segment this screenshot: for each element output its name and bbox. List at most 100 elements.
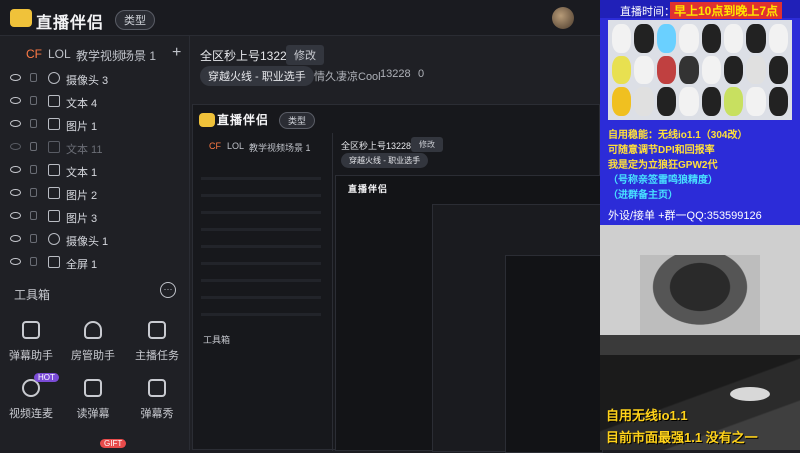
lock-icon[interactable] — [30, 165, 37, 174]
eye-icon[interactable] — [10, 97, 21, 104]
text-icon — [48, 164, 60, 176]
more-icon[interactable]: ··· — [160, 282, 176, 298]
tab-cf[interactable]: CF — [26, 47, 42, 61]
source-row[interactable]: 摄像头 3 — [0, 68, 190, 90]
lock-icon[interactable] — [30, 142, 37, 151]
logo-icon — [10, 9, 32, 27]
nested2-logo-text: 直播伴侣 — [348, 184, 389, 194]
lock-icon[interactable] — [30, 234, 37, 243]
nested-preview-4 — [505, 255, 603, 453]
lock-icon[interactable] — [30, 96, 37, 105]
source-row[interactable]: 文本 11 — [0, 137, 190, 159]
source-row[interactable]: 文本 4 — [0, 91, 190, 113]
source-row[interactable]: 全屏 1 — [0, 252, 190, 274]
preview-area: 全区秒上号13228 修改 穿越火线 - 职业选手 情久凄凉Cool 13228… — [190, 36, 603, 453]
category-tag[interactable]: 穿越火线 - 职业选手 — [200, 66, 314, 86]
ad-line-1: 自用稳能：无线io1.1（304改） — [608, 130, 748, 141]
source-label: 文本 4 — [66, 98, 98, 110]
tool-read-danmaku[interactable]: 读弹幕 — [62, 379, 124, 439]
image-icon — [48, 187, 60, 199]
tool-danmaku-show[interactable]: 弹幕秀 — [126, 379, 188, 439]
nested-sidebar: CF LOL 教学视频 场景 1 工具箱 — [193, 133, 333, 451]
text-icon — [48, 95, 60, 107]
tab-tutorial[interactable]: 教学视频 — [76, 47, 124, 64]
lock-icon[interactable] — [30, 211, 37, 220]
source-label: 图片 2 — [66, 190, 98, 202]
person-silhouette — [640, 255, 760, 335]
ad-panel: 直播时间： 早上10点到晚上7点 自用稳能：无线io1.1（304改） 可随意调… — [600, 0, 800, 225]
camera-icon — [48, 233, 60, 245]
ad-footer: 外设/接单 +群一QQ:353599126 — [608, 210, 762, 222]
mouse-products-image — [608, 20, 792, 120]
app-logo-text: 直播伴侣 — [36, 15, 105, 32]
streamer-name: 情久凄凉Cool — [314, 71, 381, 83]
eye-icon[interactable] — [10, 258, 21, 265]
tool-video-link[interactable]: 视频连麦 — [0, 379, 62, 439]
nested-tab: CF — [209, 141, 221, 151]
type-button[interactable]: 类型 — [115, 10, 155, 30]
eye-icon[interactable] — [10, 235, 21, 242]
eye-icon[interactable] — [10, 189, 21, 196]
source-label: 全屏 1 — [66, 259, 98, 271]
source-label: 摄像头 1 — [66, 236, 109, 248]
tool-label: 视频连麦 — [9, 408, 53, 420]
image-icon — [48, 118, 60, 130]
lock-icon[interactable] — [30, 73, 37, 82]
ad-header-left: 直播时间： — [620, 6, 675, 18]
ad-header-right: 早上10点到晚上7点 — [670, 2, 783, 19]
sidebar: CF LOL 教学视频 场景 1 + 摄像头 3 文本 4 图片 1 文本 11 — [0, 36, 190, 450]
nested-tab: 场景 1 — [285, 143, 311, 153]
eye-off-icon[interactable] — [10, 143, 21, 150]
webcam-desk: 自用无线io1.1 目前市面最强1.1 没有之一 — [600, 335, 800, 450]
source-label: 摄像头 3 — [66, 75, 109, 87]
add-scene-button[interactable]: + — [172, 44, 181, 62]
caption-line-2: 目前市面最强1.1 没有之一 — [606, 430, 758, 445]
nested-logo-text: 直播伴侣 — [217, 113, 270, 127]
nested-room-title: 全区秒上号13228 — [341, 141, 412, 151]
source-row[interactable]: 图片 1 — [0, 114, 190, 136]
danmaku-icon — [22, 321, 40, 339]
top-bar: 直播伴侣 类型 — [0, 0, 600, 36]
eye-icon[interactable] — [10, 74, 21, 81]
lock-icon[interactable] — [30, 188, 37, 197]
nested-category-tag: 穿越火线 - 职业选手 — [341, 153, 429, 168]
mouse-object — [730, 387, 770, 401]
nested-tab: 教学视频 — [249, 143, 286, 153]
tool-label: 读弹幕 — [76, 408, 110, 420]
eye-icon[interactable] — [10, 212, 21, 219]
ad-line-3: 我是定为立狼狂GPW2代 — [608, 160, 718, 171]
lock-icon[interactable] — [30, 119, 37, 128]
ad-line-4: （号称亲签雷鸣狼精度） — [608, 175, 718, 186]
tab-lol[interactable]: LOL — [48, 47, 71, 61]
avatar[interactable] — [552, 7, 574, 29]
tool-streamer-task[interactable]: 主播任务 — [126, 321, 188, 381]
image-icon — [48, 210, 60, 222]
lock-icon[interactable] — [30, 257, 37, 266]
streaming-app-window: 直播伴侣 类型 CF LOL 教学视频 场景 1 + 摄像头 3 文本 4 图片… — [0, 0, 603, 453]
tool-label: 弹幕秀 — [140, 408, 174, 420]
tab-scene1[interactable]: 场景 1 — [122, 47, 156, 64]
camera-icon — [48, 72, 60, 84]
source-row[interactable]: 图片 2 — [0, 183, 190, 205]
eye-icon[interactable] — [10, 166, 21, 173]
ad-line-2: 可随意调节DPI和回报率 — [608, 145, 715, 156]
edit-button[interactable]: 修改 — [286, 45, 324, 65]
nested-source-list — [201, 163, 321, 323]
nested-preview-3 — [432, 204, 603, 453]
fullscreen-icon — [48, 256, 60, 268]
source-row[interactable]: 图片 3 — [0, 206, 190, 228]
gift-badge: GIFT — [100, 439, 127, 448]
webcam-face — [600, 225, 800, 335]
eye-icon[interactable] — [10, 120, 21, 127]
tool-label: 弹幕助手 — [9, 350, 53, 362]
tool-danmaku-assistant[interactable]: 弹幕助手 — [0, 321, 62, 381]
like-count: 0 — [418, 68, 425, 80]
source-row[interactable]: 摄像头 1 — [0, 229, 190, 251]
tool-label: 主播任务 — [135, 350, 179, 362]
read-danmaku-icon — [84, 379, 102, 397]
ad-line-5: （进群备主页） — [608, 190, 678, 201]
source-row[interactable]: 文本 1 — [0, 160, 190, 182]
nested-edit-button: 修改 — [411, 137, 443, 152]
room-title: 全区秒上号13228 — [200, 49, 294, 63]
tool-admin-assistant[interactable]: 房管助手 — [62, 321, 124, 381]
